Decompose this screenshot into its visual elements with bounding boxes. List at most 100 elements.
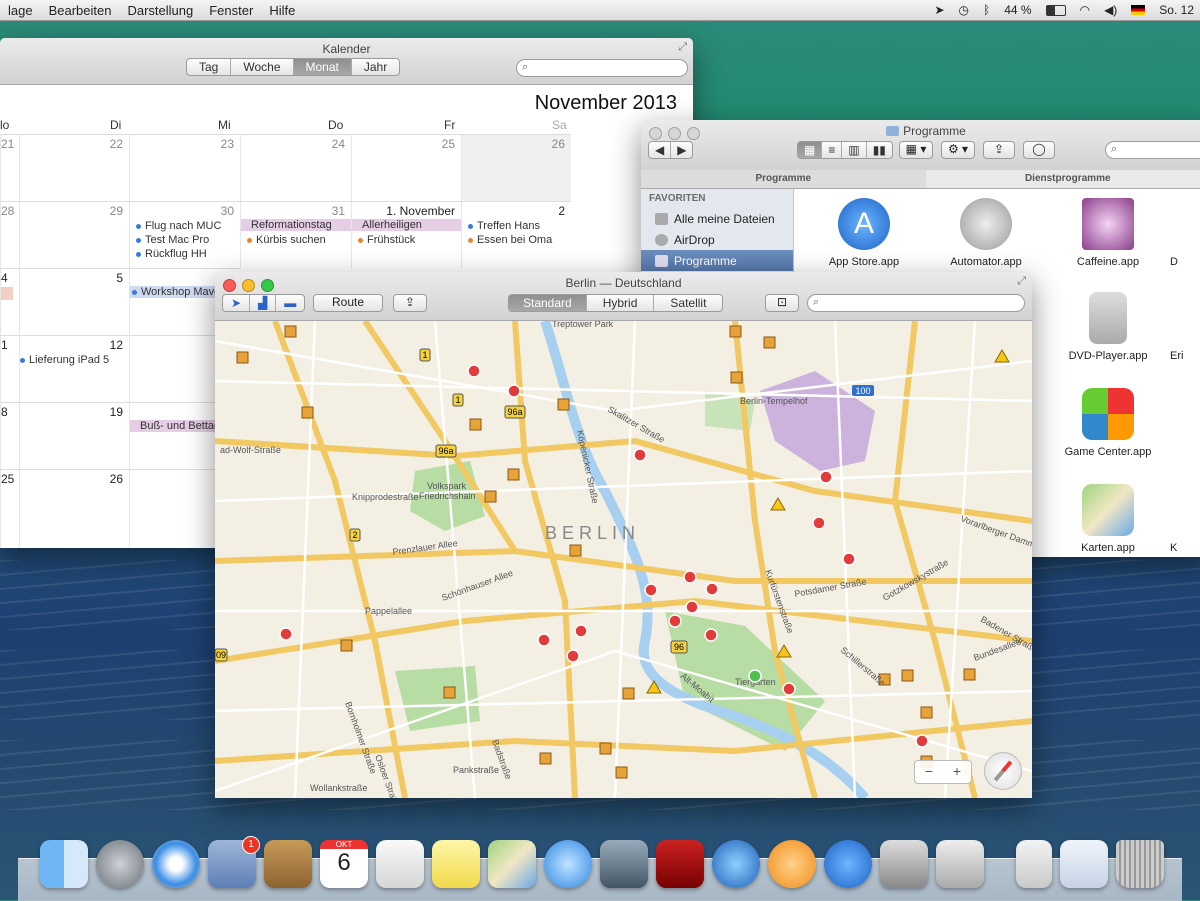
- battery-icon[interactable]: [1046, 5, 1066, 16]
- traffic-car-icon[interactable]: ▬: [276, 295, 304, 311]
- maps-search-input[interactable]: ⌕: [807, 294, 1025, 312]
- sidebar-item-all-files[interactable]: Alle meine Dateien: [641, 208, 793, 229]
- wifi-icon[interactable]: ◠: [1080, 3, 1090, 17]
- maps-dock-icon[interactable]: [488, 840, 536, 888]
- downloads-stack-dock-icon[interactable]: [1060, 840, 1108, 888]
- event-test-mac[interactable]: Test Mac Pro: [136, 234, 209, 246]
- day-cell[interactable]: 12 Lieferung iPad 5: [19, 335, 129, 402]
- fullscreen-icon[interactable]: ⤢: [678, 41, 687, 54]
- day-cell[interactable]: 21: [0, 134, 19, 201]
- mode-standard[interactable]: Standard: [509, 295, 587, 311]
- mode-hybrid[interactable]: Hybrid: [587, 295, 655, 311]
- event-rueckflug[interactable]: Rückflug HH: [136, 248, 207, 260]
- arrange-button[interactable]: ▦ ▾: [899, 141, 933, 159]
- clock[interactable]: So. 12: [1159, 3, 1194, 17]
- day-cell[interactable]: 19: [19, 402, 129, 469]
- finder-dock-icon[interactable]: [40, 840, 88, 888]
- system-preferences-dock-icon[interactable]: [880, 840, 928, 888]
- event-allerheiligen[interactable]: Allerheiligen: [352, 219, 461, 231]
- launchpad-dock-icon[interactable]: [96, 840, 144, 888]
- fullscreen-icon[interactable]: ⤢: [1017, 275, 1026, 288]
- volume-icon[interactable]: ◀): [1104, 3, 1117, 17]
- day-cell[interactable]: 8: [0, 402, 19, 469]
- time-machine-icon[interactable]: ◷: [959, 3, 969, 17]
- view-woche[interactable]: Woche: [231, 59, 293, 75]
- app-item-automator[interactable]: Automator.app: [926, 198, 1046, 268]
- app-item-dvd-player[interactable]: DVD-Player.app: [1048, 292, 1168, 362]
- location-icon[interactable]: ➤: [934, 3, 944, 17]
- reminders-dock-icon[interactable]: [376, 840, 424, 888]
- tab-dienstprogramme[interactable]: Dienstprogramme: [926, 170, 1200, 188]
- view-monat[interactable]: Monat: [294, 59, 352, 75]
- app-item-d[interactable]: D: [1170, 198, 1200, 268]
- app-item-eri[interactable]: Eri: [1170, 292, 1200, 362]
- sidebar-item-programme[interactable]: Programme: [641, 250, 793, 271]
- safari-dock-icon[interactable]: [152, 840, 200, 888]
- day-cell[interactable]: 5: [19, 268, 129, 335]
- forward-button[interactable]: ▶: [671, 142, 692, 158]
- day-cell[interactable]: 26: [461, 134, 571, 201]
- menu-fenster[interactable]: Fenster: [201, 3, 261, 18]
- day-cell[interactable]: 31 Reformationstag Kürbis suchen: [240, 201, 351, 268]
- input-source-flag-icon[interactable]: [1131, 5, 1145, 15]
- messages-dock-icon[interactable]: [544, 840, 592, 888]
- day-cell[interactable]: 25: [0, 469, 19, 548]
- app-item-game-center[interactable]: Game Center.app: [1048, 388, 1168, 458]
- day-cell[interactable]: 28: [0, 201, 19, 268]
- ibooks-dock-icon[interactable]: [768, 840, 816, 888]
- menu-darstellung[interactable]: Darstellung: [119, 3, 201, 18]
- day-cell[interactable]: 30 Flug nach MUC Test Mac Pro Rückflug H…: [129, 201, 240, 268]
- share-button[interactable]: ⇪: [393, 294, 427, 312]
- day-cell[interactable]: 1. November Allerheiligen Frühstück: [351, 201, 461, 268]
- day-cell[interactable]: 24: [240, 134, 351, 201]
- app-item-caffeine[interactable]: Caffeine.app: [1048, 198, 1168, 268]
- mail-dock-icon[interactable]: 1: [208, 840, 256, 888]
- sidebar-item-airdrop[interactable]: AirDrop: [641, 229, 793, 250]
- view-jahr[interactable]: Jahr: [352, 59, 399, 75]
- grapher-dock-icon[interactable]: [936, 840, 984, 888]
- menu-ablage[interactable]: lage: [0, 3, 41, 18]
- menu-hilfe[interactable]: Hilfe: [261, 3, 303, 18]
- tab-programme[interactable]: Programme: [641, 170, 926, 188]
- tags-button[interactable]: ◯: [1023, 141, 1055, 159]
- day-cell[interactable]: 23: [129, 134, 240, 201]
- menu-bearbeiten[interactable]: Bearbeiten: [41, 3, 120, 18]
- route-button[interactable]: Route: [313, 294, 383, 312]
- event-treffen-hans[interactable]: Treffen Hans: [468, 220, 540, 232]
- action-gear-button[interactable]: ⚙ ▾: [941, 141, 975, 159]
- bluetooth-icon[interactable]: ᛒ: [983, 3, 990, 17]
- icon-view-button[interactable]: ▦: [798, 142, 822, 158]
- coverflow-view-button[interactable]: ▮▮: [867, 142, 892, 158]
- event-fruehstueck[interactable]: Frühstück: [358, 234, 415, 246]
- notes-dock-icon[interactable]: [432, 840, 480, 888]
- zoom-out-button[interactable]: −: [915, 761, 943, 783]
- applications-stack-dock-icon[interactable]: [1016, 840, 1052, 888]
- event-reformationstag[interactable]: Reformationstag: [241, 219, 351, 231]
- itunes-dock-icon[interactable]: [712, 840, 760, 888]
- mode-satellit[interactable]: Satellit: [654, 295, 722, 311]
- app-item-app-store[interactable]: A App Store.app: [804, 198, 924, 268]
- zoom-in-button[interactable]: +: [943, 761, 971, 783]
- day-cell[interactable]: 4: [0, 268, 19, 335]
- contacts-dock-icon[interactable]: [264, 840, 312, 888]
- day-cell[interactable]: 29: [19, 201, 129, 268]
- day-cell[interactable]: 1: [0, 335, 19, 402]
- calendar-dock-icon[interactable]: OKT 6: [320, 840, 368, 888]
- day-cell[interactable]: 26: [19, 469, 129, 548]
- share-button[interactable]: ⇪: [983, 141, 1015, 159]
- battery-percent[interactable]: 44 %: [1004, 3, 1031, 17]
- location-arrow-icon[interactable]: ➤: [223, 295, 250, 311]
- bookmarks-button[interactable]: ⊡: [765, 294, 799, 312]
- day-cell[interactable]: 22: [19, 134, 129, 201]
- 3d-view-icon[interactable]: ▟: [250, 295, 276, 311]
- app-item-karten[interactable]: Karten.app: [1048, 484, 1168, 554]
- calendar-search-input[interactable]: ⌕: [516, 59, 688, 77]
- finder-search-input[interactable]: ⌕: [1105, 141, 1200, 159]
- day-cell[interactable]: 2 Treffen Hans Essen bei Oma: [461, 201, 571, 268]
- view-tag[interactable]: Tag: [187, 59, 231, 75]
- map-canvas[interactable]: 100 96a 96a 96 1 1 2 09 BERLIN Treptower…: [215, 321, 1032, 798]
- facetime-dock-icon[interactable]: [600, 840, 648, 888]
- event-lieferung-ipad[interactable]: Lieferung iPad 5: [20, 354, 109, 366]
- back-button[interactable]: ◀: [649, 142, 671, 158]
- app-item-k[interactable]: K: [1170, 484, 1200, 554]
